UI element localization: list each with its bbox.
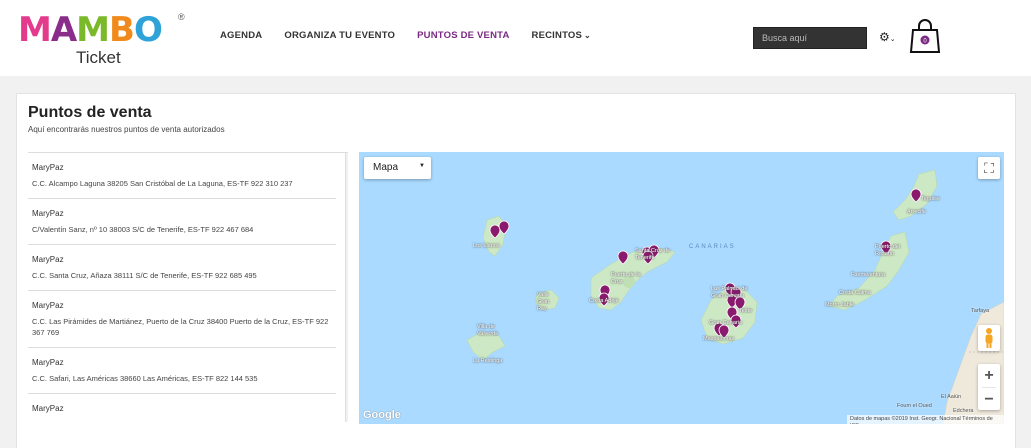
map-label-valle-gran-rey: Valle Gran Rey	[537, 292, 550, 312]
map-view[interactable]: Los Llanos Santa Cruz de Tenerife Puerto…	[359, 152, 1004, 424]
zoom-out-button[interactable]: −	[978, 388, 1000, 411]
nav-agenda[interactable]: AGENDA	[220, 30, 262, 41]
map-label-fuerteventura: Fuerteventura	[851, 272, 886, 278]
map-label-puerto-rosario: Puerto del Rosario	[875, 244, 901, 257]
outlet-name: MaryPaz	[32, 209, 64, 218]
map-type-select[interactable]: Mapa ▼	[364, 157, 431, 179]
settings-menu[interactable]: ⚙⌄	[879, 30, 896, 44]
map-label-villa-valverde: Villa de Valverde	[477, 324, 499, 337]
map-label-arrecife: Arrecife	[907, 209, 926, 215]
list-item[interactable]: MaryPaz C.C. Alcampo Laguna 38205 San Cr…	[28, 153, 336, 199]
zoom-controls: + −	[978, 364, 1000, 410]
map-label-costa-calma: Costa Calma	[839, 290, 871, 296]
map-label-gran-canaria: Gran Canaria	[709, 320, 743, 326]
map-label-morro-jable: Morro Jable	[825, 302, 855, 308]
list-item[interactable]: MaryPaz	[28, 394, 336, 422]
map-label-puerto-cruz: Puerto de la Cruz	[611, 272, 641, 285]
fullscreen-icon: ⛶	[984, 160, 994, 176]
nav-recintos[interactable]: RECINTOS ⌄	[532, 30, 591, 41]
map-label-tarfaya: Tarfaya	[971, 308, 990, 314]
map-label-los-llanos: Los Llanos	[473, 243, 500, 249]
nav-puntos-venta[interactable]: PUNTOS DE VENTA	[417, 30, 509, 41]
map-label-el-aaiun: El Aaiún	[941, 394, 962, 400]
outlet-address: C.C. Safari, Las Américas 38660 Las Amér…	[32, 374, 258, 383]
page-title: Puntos de venta	[28, 104, 152, 121]
list-item[interactable]: MaryPaz C.C. Las Pirámides de Martiánez,…	[28, 291, 336, 348]
shopping-bag-icon: 0	[909, 19, 941, 53]
nav-organiza-evento[interactable]: ORGANIZA TU EVENTO	[284, 30, 395, 41]
list-item[interactable]: MaryPaz C.C. Santa Cruz, Añaza 38111 S/C…	[28, 245, 336, 291]
street-view-pegman[interactable]	[978, 325, 1000, 351]
nav-recintos-label: RECINTOS	[531, 30, 583, 41]
map-label-canarias: CANARIAS	[689, 244, 736, 250]
map-label-teguise: Teguise	[921, 196, 940, 202]
logo-subtitle: Ticket	[76, 48, 121, 67]
map-label-santa-cruz: Santa Cruz de Tenerife	[635, 248, 671, 261]
fullscreen-button[interactable]: ⛶	[978, 157, 1000, 179]
page-subtitle: Aquí encontrarás nuestros puntos de vent…	[28, 125, 225, 134]
site-header: MAMBO ® Ticket AGENDA ORGANIZA TU EVENTO…	[0, 0, 1031, 76]
google-logo[interactable]: Google	[363, 409, 401, 421]
outlet-address: C.C. Las Pirámides de Martiánez, Puerto …	[32, 317, 329, 337]
zoom-in-button[interactable]: +	[978, 364, 1000, 387]
list-item[interactable]: MaryPaz C/Valentín Sanz, nº 10 38003 S/C…	[28, 199, 336, 245]
map-label-las-palmas: Las Palmas de Gran Canaria	[711, 286, 748, 299]
mambo-logo[interactable]: MAMBO ® Ticket	[18, 10, 188, 68]
logo-word: MAMBO	[18, 10, 163, 50]
outlet-address: C.C. Santa Cruz, Añaza 38111 S/C de Tene…	[32, 271, 257, 280]
outlet-name: MaryPaz	[32, 255, 64, 264]
outlet-name: MaryPaz	[32, 163, 64, 172]
scroll-up-icon[interactable]: ▲	[347, 154, 348, 160]
outlet-address: C/Valentín Sanz, nº 10 38003 S/C de Tene…	[32, 225, 254, 234]
main-nav: AGENDA ORGANIZA TU EVENTO PUNTOS DE VENT…	[220, 30, 613, 41]
map-canvas	[466, 169, 1004, 424]
map-label-maspalomas: Maspalomas	[703, 336, 735, 342]
main-card: Puntos de venta Aquí encontrarás nuestro…	[16, 93, 1016, 448]
list-item[interactable]: MaryPaz C.C. Safari, Las Américas 38660 …	[28, 348, 336, 394]
outlet-name: MaryPaz	[32, 301, 64, 310]
list-scrollbar[interactable]: ▲ ▼	[345, 153, 348, 422]
logo-registered: ®	[178, 12, 185, 22]
chevron-down-icon: ▼	[419, 163, 425, 169]
map-label-edchera: Edchera	[953, 408, 974, 414]
pegman-icon	[985, 328, 993, 348]
cart-button[interactable]: 0	[909, 18, 941, 54]
map-label-costa-adeje: Costa Adeje	[589, 298, 619, 304]
chevron-down-icon: ⌄	[584, 31, 591, 40]
outlet-list[interactable]: MaryPaz C.C. Alcampo Laguna 38205 San Cr…	[28, 152, 348, 422]
outlet-name: MaryPaz	[32, 358, 64, 367]
map-attribution[interactable]: Datos de mapas ©2019 Inst. Geogr. Nacion…	[847, 415, 1004, 424]
chevron-down-icon: ⌄	[889, 36, 896, 43]
gear-icon: ⚙	[879, 30, 890, 44]
map-label-foum: Foum el Oued	[897, 403, 932, 409]
map-label-la-restinga: La Restinga	[473, 358, 503, 364]
outlet-address: C.C. Alcampo Laguna 38205 San Cristóbal …	[32, 179, 293, 188]
map-type-label: Mapa	[373, 162, 399, 173]
search-input[interactable]	[753, 27, 867, 49]
map-label-telde: Telde	[739, 308, 753, 314]
scroll-down-icon[interactable]: ▼	[347, 416, 348, 422]
outlet-name: MaryPaz	[32, 404, 64, 413]
